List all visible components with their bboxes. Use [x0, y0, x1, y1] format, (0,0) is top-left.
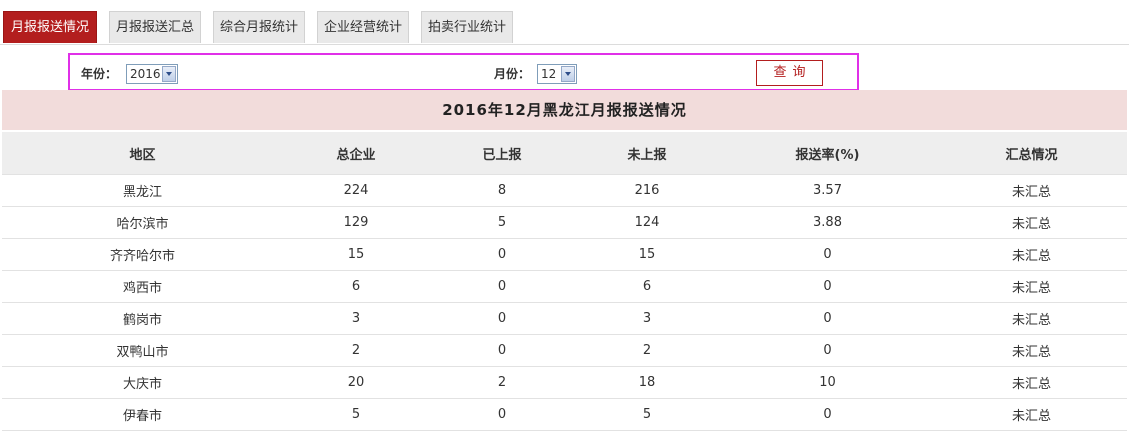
cell-reported: 0	[429, 398, 575, 431]
cell-region: 伊春市	[2, 398, 283, 431]
cell-report-rate: 10	[719, 366, 936, 399]
cell-region: 黑龙江	[2, 174, 283, 207]
report-title: 2016年12月黑龙江月报报送情况	[2, 90, 1127, 130]
cell-reported: 0	[429, 270, 575, 303]
year-select[interactable]: 2016	[126, 64, 178, 84]
tab-comprehensive-monthly-stats[interactable]: 综合月报统计	[213, 11, 305, 43]
cell-report-rate: 0	[719, 302, 936, 335]
cell-not-reported: 18	[575, 366, 719, 399]
cell-region: 双鸭山市	[2, 334, 283, 367]
cell-report-rate: 0	[719, 270, 936, 303]
search-button[interactable]: 查询	[756, 60, 823, 86]
cell-summary-status: 未汇总	[936, 334, 1127, 367]
header-reported: 已上报	[429, 132, 575, 175]
month-label: 月份：	[494, 67, 531, 81]
cell-report-rate: 0	[719, 238, 936, 271]
cell-total-enterprises: 224	[283, 174, 429, 207]
cell-not-reported: 2	[575, 334, 719, 367]
cell-not-reported: 5	[575, 398, 719, 431]
tab-monthly-report-status[interactable]: 月报报送情况	[3, 11, 97, 43]
cell-report-rate: 3.88	[719, 206, 936, 239]
table-row: 齐齐哈尔市 15 0 15 0 未汇总	[2, 238, 1127, 271]
cell-report-rate: 3.57	[719, 174, 936, 207]
table-row: 哈尔滨市 129 5 124 3.88 未汇总	[2, 206, 1127, 239]
cell-report-rate: 0	[719, 334, 936, 367]
cell-summary-status: 未汇总	[936, 366, 1127, 399]
cell-total-enterprises: 2	[283, 334, 429, 367]
table-row: 双鸭山市 2 0 2 0 未汇总	[2, 334, 1127, 367]
cell-not-reported: 15	[575, 238, 719, 271]
cell-total-enterprises: 20	[283, 366, 429, 399]
cell-total-enterprises: 5	[283, 398, 429, 431]
cell-reported: 5	[429, 206, 575, 239]
cell-region: 齐齐哈尔市	[2, 238, 283, 271]
cell-summary-status: 未汇总	[936, 174, 1127, 207]
tab-bar: 月报报送情况 月报报送汇总 综合月报统计 企业经营统计 拍卖行业统计	[0, 0, 1129, 45]
cell-region: 哈尔滨市	[2, 206, 283, 239]
report-table: 地区 总企业 已上报 未上报 报送率(%) 汇总情况 黑龙江 224 8 216…	[2, 132, 1127, 431]
cell-reported: 8	[429, 174, 575, 207]
cell-summary-status: 未汇总	[936, 270, 1127, 303]
cell-reported: 0	[429, 302, 575, 335]
header-not-reported: 未上报	[575, 132, 719, 175]
chevron-down-icon	[561, 66, 575, 82]
header-region: 地区	[2, 132, 283, 175]
year-label: 年份：	[81, 67, 118, 81]
month-select[interactable]: 12	[537, 64, 577, 84]
table-row: 鸡西市 6 0 6 0 未汇总	[2, 270, 1127, 303]
cell-summary-status: 未汇总	[936, 302, 1127, 335]
cell-not-reported: 6	[575, 270, 719, 303]
header-report-rate: 报送率(%)	[719, 132, 936, 175]
cell-not-reported: 124	[575, 206, 719, 239]
cell-not-reported: 3	[575, 302, 719, 335]
table-row: 伊春市 5 0 5 0 未汇总	[2, 398, 1127, 431]
month-select-value: 12	[541, 67, 557, 81]
table-row: 大庆市 20 2 18 10 未汇总	[2, 366, 1127, 399]
cell-summary-status: 未汇总	[936, 238, 1127, 271]
header-summary-status: 汇总情况	[936, 132, 1127, 175]
tab-enterprise-operation-stats[interactable]: 企业经营统计	[317, 11, 409, 43]
year-select-value: 2016	[130, 67, 161, 81]
cell-total-enterprises: 3	[283, 302, 429, 335]
table-row: 鹤岗市 3 0 3 0 未汇总	[2, 302, 1127, 335]
tab-monthly-report-summary[interactable]: 月报报送汇总	[109, 11, 201, 43]
cell-summary-status: 未汇总	[936, 206, 1127, 239]
cell-region: 鸡西市	[2, 270, 283, 303]
chevron-down-icon	[162, 66, 176, 82]
cell-region: 鹤岗市	[2, 302, 283, 335]
cell-report-rate: 0	[719, 398, 936, 431]
cell-summary-status: 未汇总	[936, 398, 1127, 431]
header-total-enterprises: 总企业	[283, 132, 429, 175]
cell-reported: 0	[429, 238, 575, 271]
table-row: 黑龙江 224 8 216 3.57 未汇总	[2, 174, 1127, 207]
cell-region: 大庆市	[2, 366, 283, 399]
cell-reported: 2	[429, 366, 575, 399]
table-header-row: 地区 总企业 已上报 未上报 报送率(%) 汇总情况	[2, 132, 1127, 175]
cell-not-reported: 216	[575, 174, 719, 207]
cell-total-enterprises: 6	[283, 270, 429, 303]
cell-total-enterprises: 129	[283, 206, 429, 239]
tab-auction-industry-stats[interactable]: 拍卖行业统计	[421, 11, 513, 43]
cell-reported: 0	[429, 334, 575, 367]
cell-total-enterprises: 15	[283, 238, 429, 271]
query-form: 年份： 2016 月份： 12 查询	[68, 53, 859, 91]
